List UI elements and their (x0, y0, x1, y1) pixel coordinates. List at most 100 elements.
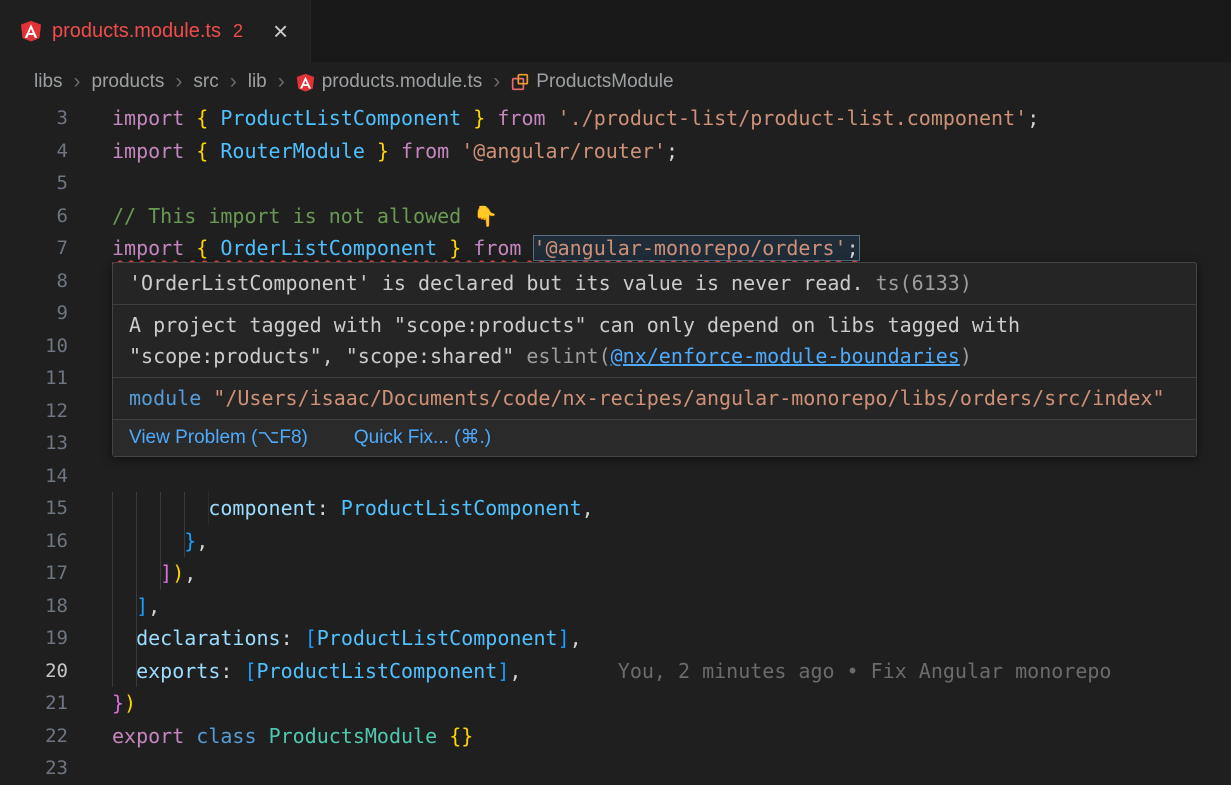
line-number[interactable]: 17 (0, 557, 68, 590)
class-icon (511, 73, 529, 91)
line-content[interactable] (112, 167, 1231, 200)
breadcrumb-label: src (193, 71, 218, 93)
code-token: [ (244, 659, 256, 683)
code-token (257, 724, 269, 748)
breadcrumb-item-src[interactable]: src (189, 71, 222, 93)
line-content[interactable]: export class ProductsModule {} (112, 720, 1231, 753)
code-token: ; (847, 236, 859, 260)
code-line-6[interactable]: 6 // This import is not allowed 👇 (0, 200, 1231, 233)
breadcrumb-label: products (92, 71, 165, 93)
code-line-20[interactable]: 20 exports: [ProductListComponent],You, … (0, 655, 1231, 688)
line-content[interactable]: }) (112, 687, 1231, 720)
eslint-rule-link[interactable]: @nx/enforce-module-boundaries (611, 344, 960, 368)
code-line-18[interactable]: 18 ], (0, 590, 1231, 623)
line-number[interactable]: 8 (0, 265, 68, 298)
line-number[interactable]: 21 (0, 687, 68, 720)
code-line-15[interactable]: 15 component: ProductListComponent, (0, 492, 1231, 525)
code-token (365, 139, 377, 163)
line-content[interactable]: import { RouterModule } from '@angular/r… (112, 135, 1231, 168)
error-highlight-box: '@angular-monorepo/orders'; (534, 236, 859, 260)
quick-fix-action[interactable]: Quick Fix... (⌘.) (354, 426, 491, 450)
code-token: } (473, 106, 485, 130)
code-token: , (196, 529, 208, 553)
code-token: , (184, 561, 196, 585)
code-token: : (220, 659, 232, 683)
line-number[interactable]: 7 (0, 232, 68, 265)
code-line-19[interactable]: 19 declarations: [ProductListComponent], (0, 622, 1231, 655)
line-number[interactable]: 18 (0, 590, 68, 623)
code-line-21[interactable]: 21}) (0, 687, 1231, 720)
line-number[interactable]: 9 (0, 297, 68, 330)
line-number[interactable]: 13 (0, 427, 68, 460)
code-line-16[interactable]: 16 }, (0, 525, 1231, 558)
module-path: module "/Users/isaac/Documents/code/nx-r… (113, 378, 1196, 420)
code-token: ProductsModule (269, 724, 438, 748)
code-token: // This import is not allowed (112, 204, 473, 228)
line-number[interactable]: 3 (0, 102, 68, 135)
code-line-3[interactable]: 3 import { ProductListComponent } from '.… (0, 102, 1231, 135)
code-token (184, 106, 196, 130)
line-content[interactable]: ]), (112, 557, 1231, 590)
line-content[interactable] (112, 460, 1231, 493)
code-line-4[interactable]: 4 import { RouterModule } from '@angular/… (0, 135, 1231, 168)
view-problem-action[interactable]: View Problem (⌥F8) (129, 426, 308, 450)
code-line-7[interactable]: 7 import { OrderListComponent } from '@an… (0, 232, 1231, 265)
code-token: { (196, 236, 208, 260)
breadcrumb-item-lib[interactable]: lib (244, 71, 271, 93)
line-number[interactable]: 4 (0, 135, 68, 168)
code-token: import (112, 139, 184, 163)
code-token: , (509, 659, 521, 683)
code-token (389, 139, 401, 163)
line-number[interactable]: 5 (0, 167, 68, 200)
line-content[interactable]: }, (112, 525, 1231, 558)
code-line-17[interactable]: 17 ]), (0, 557, 1231, 590)
code-line-22[interactable]: 22 export class ProductsModule {} (0, 720, 1231, 753)
breadcrumb-label: libs (34, 71, 63, 93)
breadcrumb-item-libs[interactable]: libs (30, 71, 67, 93)
line-content[interactable]: component: ProductListComponent, (112, 492, 1231, 525)
line-number[interactable]: 11 (0, 362, 68, 395)
line-number[interactable]: 19 (0, 622, 68, 655)
code-token: } (377, 139, 389, 163)
line-content[interactable]: import { OrderListComponent } from '@ang… (112, 232, 1231, 265)
indent-guides (112, 525, 185, 558)
line-number[interactable]: 15 (0, 492, 68, 525)
code-token: , (148, 594, 160, 618)
code-token: } (449, 236, 461, 260)
hover-text (201, 386, 213, 410)
breadcrumb: libs›products›src›lib›products.module.ts… (0, 62, 1231, 102)
line-content[interactable]: exports: [ProductListComponent],You, 2 m… (112, 655, 1231, 688)
breadcrumb-label: ProductsModule (536, 71, 673, 93)
hover-text: ) (960, 344, 972, 368)
line-number[interactable]: 20 (0, 655, 68, 688)
code-line-14[interactable]: 14 (0, 460, 1231, 493)
line-number[interactable]: 10 (0, 330, 68, 363)
code-token: export (112, 724, 184, 748)
breadcrumb-item-products-module-ts[interactable]: products.module.ts (292, 71, 487, 93)
code-token: : (317, 496, 329, 520)
code-token: {} (449, 724, 473, 748)
line-number[interactable]: 14 (0, 460, 68, 493)
code-token (521, 236, 533, 260)
line-content[interactable]: ], (112, 590, 1231, 623)
code-token (546, 106, 558, 130)
line-content[interactable]: // This import is not allowed 👇 (112, 200, 1231, 233)
breadcrumb-item-products[interactable]: products (88, 71, 169, 93)
breadcrumb-label: lib (248, 71, 267, 93)
angular-icon (296, 73, 315, 92)
tab-products-module-ts[interactable]: products.module.ts 2 × (0, 0, 311, 62)
code-token (184, 724, 196, 748)
code-token: } (112, 691, 124, 715)
breadcrumb-item-productsmodule[interactable]: ProductsModule (507, 71, 677, 93)
close-icon[interactable]: × (269, 18, 292, 44)
line-content[interactable]: import { ProductListComponent } from './… (112, 102, 1231, 135)
line-number[interactable]: 12 (0, 395, 68, 428)
code-token: ProductListComponent (341, 496, 582, 520)
code-token: from (401, 139, 449, 163)
line-content[interactable]: declarations: [ProductListComponent], (112, 622, 1231, 655)
line-number[interactable]: 22 (0, 720, 68, 753)
line-number[interactable]: 6 (0, 200, 68, 233)
code-line-5[interactable]: 5 (0, 167, 1231, 200)
line-number[interactable]: 16 (0, 525, 68, 558)
tab-error-count-badge: 2 (233, 21, 243, 42)
